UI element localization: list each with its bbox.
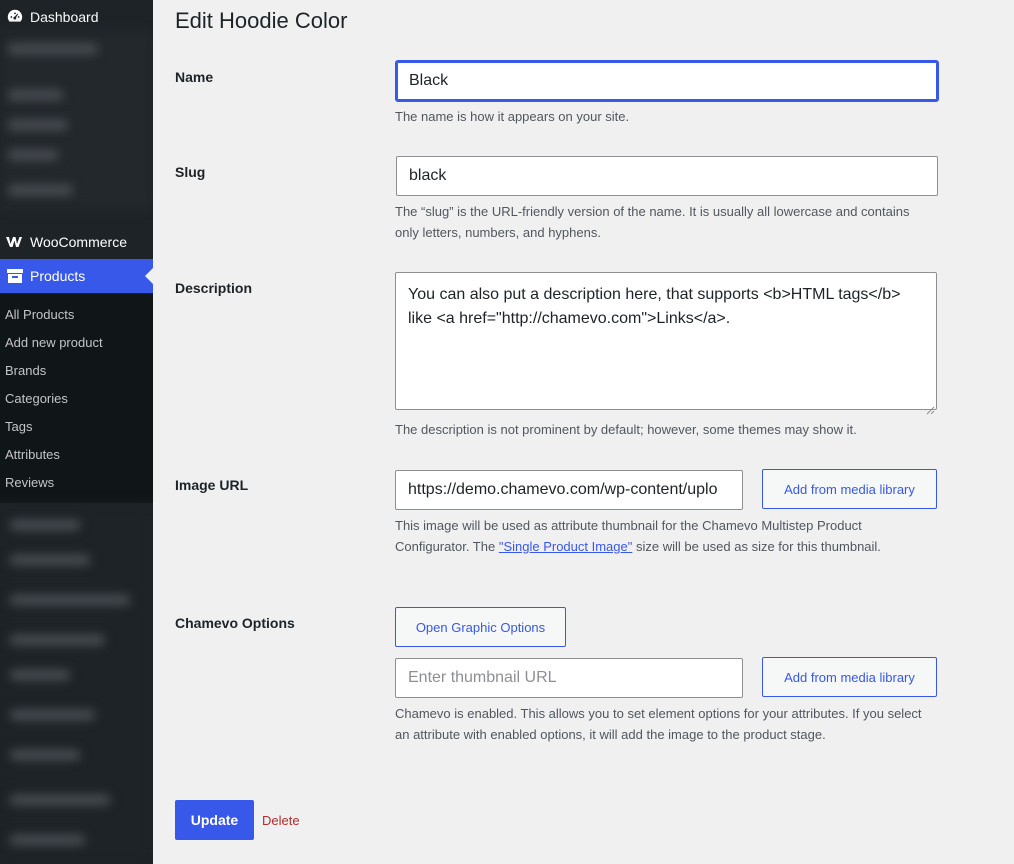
products-submenu: All Products Add new product Brands Cate… [0,294,153,503]
submenu-brands[interactable]: Brands [0,356,153,384]
name-label: Name [175,69,214,85]
resize-grip-icon[interactable] [926,399,935,415]
image-url-field-value: https://demo.chamevo.com/wp-content/uplo [408,481,718,498]
description-textarea[interactable]: You can also put a description here, tha… [395,272,937,415]
menu-products[interactable]: Products [0,259,153,293]
submenu-reviews[interactable]: Reviews [0,468,153,496]
submenu-categories[interactable]: Categories [0,384,153,412]
chamevo-options-help-text: Chamevo is enabled. This allows you to s… [395,706,922,742]
update-button[interactable]: Update [175,800,254,840]
name-field-value: Black [409,72,449,89]
submenu-attributes[interactable]: Attributes [0,440,153,468]
description-textarea-value: You can also put a description here, tha… [408,286,901,327]
thumbnail-add-from-media-library-button[interactable]: Add from media library [762,657,937,697]
slug-label: Slug [175,164,206,180]
image-url-help-after: size will be used as size for this thumb… [632,539,881,554]
slug-field[interactable]: black [396,156,938,196]
slug-field-value: black [409,167,447,184]
delete-link[interactable]: Delete [262,813,300,828]
dashboard-gauge-icon [4,8,26,26]
single-product-image-link[interactable]: "Single Product Image" [499,539,633,554]
menu-dashboard[interactable]: Dashboard [0,0,153,34]
submenu-tags[interactable]: Tags [0,412,153,440]
thumbnail-url-placeholder: Enter thumbnail URL [408,669,557,686]
menu-woocommerce-label: WooCommerce [30,234,127,250]
open-graphic-options-button[interactable]: Open Graphic Options [395,607,566,647]
woocommerce-logo-icon [4,233,26,251]
image-url-field[interactable]: https://demo.chamevo.com/wp-content/uplo [395,470,743,510]
menu-products-label: Products [30,268,86,284]
slug-help-text: The “slug” is the URL-friendly version o… [395,204,910,240]
image-url-label: Image URL [175,477,249,493]
submenu-add-new-product[interactable]: Add new product [0,328,153,356]
description-help-text: The description is not prominent by defa… [395,422,857,437]
menu-dashboard-label: Dashboard [30,9,99,25]
description-label: Description [175,280,253,296]
main-content: Edit Hoodie Color Name Black The name is… [153,0,1014,864]
submenu-all-products[interactable]: All Products [0,300,153,328]
page-title: Edit Hoodie Color [175,8,348,33]
name-help-text: The name is how it appears on your site. [395,109,630,124]
chamevo-options-label: Chamevo Options [175,615,295,631]
image-url-add-from-media-library-button[interactable]: Add from media library [762,469,937,509]
name-field[interactable]: Black [395,60,939,102]
image-url-help-text: This image will be used as attribute thu… [395,515,935,557]
admin-sidebar: Dashboard WooCommerce Products All Produ… [0,0,153,864]
menu-woocommerce[interactable]: WooCommerce [0,225,153,259]
archive-box-icon [4,267,26,285]
thumbnail-url-field[interactable]: Enter thumbnail URL [395,658,743,698]
